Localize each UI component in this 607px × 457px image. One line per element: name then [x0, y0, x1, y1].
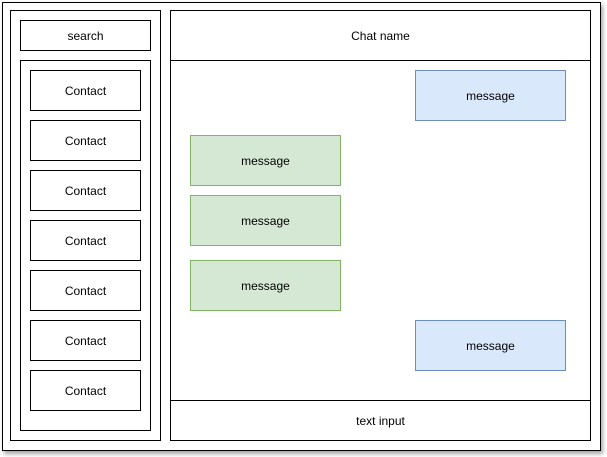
text-input[interactable]: text input	[170, 400, 591, 441]
search-label: search	[67, 28, 104, 43]
message-outgoing: message	[415, 70, 566, 121]
message-incoming: message	[190, 195, 341, 246]
contact-label: Contact	[64, 183, 107, 198]
message-text: message	[241, 278, 290, 293]
contact-label: Contact	[64, 83, 107, 98]
message-outgoing: message	[415, 320, 566, 371]
message-text: message	[241, 213, 290, 228]
message-text: message	[466, 88, 515, 103]
search-box[interactable]: search	[20, 20, 151, 51]
message-incoming: message	[190, 135, 341, 186]
contact-label: Contact	[64, 283, 107, 298]
chat-name: Chat name	[351, 28, 410, 43]
contact-label: Contact	[64, 233, 107, 248]
chat-header: Chat name	[170, 10, 591, 61]
contact-item[interactable]: Contact	[30, 270, 141, 311]
contact-label: Contact	[64, 133, 107, 148]
contact-item[interactable]: Contact	[30, 170, 141, 211]
message-text: message	[241, 153, 290, 168]
message-text: message	[466, 338, 515, 353]
message-incoming: message	[190, 260, 341, 311]
contact-item[interactable]: Contact	[30, 70, 141, 111]
contact-item[interactable]: Contact	[30, 120, 141, 161]
text-input-label: text input	[356, 413, 405, 428]
contact-label: Contact	[64, 333, 107, 348]
contact-item[interactable]: Contact	[30, 220, 141, 261]
contact-item[interactable]: Contact	[30, 320, 141, 361]
contact-label: Contact	[64, 383, 107, 398]
contact-item[interactable]: Contact	[30, 370, 141, 411]
